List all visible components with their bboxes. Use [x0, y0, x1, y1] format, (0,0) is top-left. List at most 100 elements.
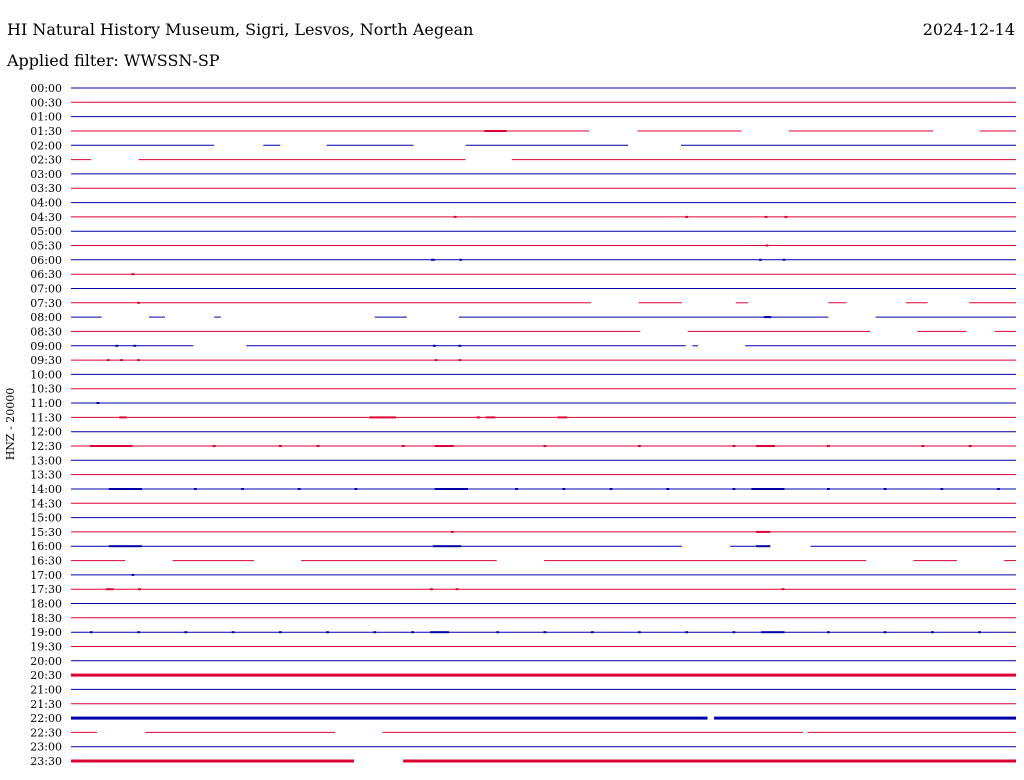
trace-burst — [557, 416, 568, 419]
trace-burst — [71, 759, 354, 763]
trace-burst — [756, 545, 771, 548]
trace-burst — [108, 545, 142, 548]
trace-burst — [71, 716, 708, 720]
row-time-label: 02:00 — [30, 139, 62, 152]
trace-burst — [455, 588, 459, 591]
trace-burst — [119, 416, 127, 419]
trace-burst — [316, 445, 320, 447]
trace-burst — [562, 488, 566, 490]
trace-burst — [751, 488, 785, 490]
row-time-label: 20:30 — [30, 669, 62, 682]
row-time-label: 12:00 — [30, 426, 62, 439]
row-time-label: 14:30 — [30, 497, 62, 510]
trace-burst — [89, 631, 93, 634]
row-time-label: 04:00 — [30, 197, 62, 210]
row-time-label: 19:30 — [30, 640, 62, 653]
trace-burst — [496, 631, 500, 634]
row-time-label: 16:00 — [30, 540, 62, 553]
row-time-label: 19:00 — [30, 626, 62, 639]
trace-burst — [133, 344, 137, 347]
row-time-label: 22:00 — [30, 712, 62, 725]
row-time-label: 15:00 — [30, 512, 62, 525]
trace-burst — [453, 215, 457, 218]
trace-burst — [543, 445, 547, 447]
row-time-label: 17:00 — [30, 569, 62, 582]
row-time-label: 22:30 — [30, 726, 62, 739]
trace-burst — [131, 273, 135, 276]
row-time-label: 15:30 — [30, 526, 62, 539]
trace-burst — [714, 716, 1016, 720]
row-time-label: 17:30 — [30, 583, 62, 596]
row-time-label: 21:30 — [30, 698, 62, 711]
trace-burst — [781, 588, 785, 591]
trace-burst — [543, 631, 547, 634]
row-time-label: 00:00 — [30, 82, 62, 95]
trace-burst — [931, 631, 934, 634]
trace-burst — [638, 631, 641, 634]
trace-burst — [638, 445, 641, 447]
trace-burst — [403, 759, 1016, 763]
row-time-label: 03:30 — [30, 182, 62, 195]
trace-burst — [459, 258, 463, 261]
row-time-label: 04:30 — [30, 211, 62, 224]
trace-rows: 00:0000:30 01:0001:3002:00 02:3003:0003:30… — [30, 82, 1016, 768]
trace-burst — [609, 488, 613, 490]
trace-burst — [231, 631, 235, 634]
trace-burst — [765, 244, 769, 247]
trace-burst — [968, 445, 972, 447]
trace-burst — [763, 316, 772, 319]
trace-burst — [106, 588, 114, 591]
trace-burst — [373, 631, 377, 634]
trace-burst — [515, 488, 518, 490]
row-time-label: 18:30 — [30, 612, 62, 625]
row-time-label: 05:30 — [30, 240, 62, 253]
row-time-label: 03:00 — [30, 168, 62, 181]
row-time-label: 13:30 — [30, 469, 62, 482]
row-time-label: 20:00 — [30, 655, 62, 668]
trace-burst — [450, 530, 454, 533]
trace-burst — [212, 445, 216, 447]
row-time-label: 08:30 — [30, 325, 62, 338]
trace-burst — [756, 530, 771, 533]
row-time-label: 06:00 — [30, 254, 62, 267]
trace-burst — [434, 359, 438, 362]
trace-burst — [458, 344, 462, 347]
trace-burst — [89, 445, 133, 447]
trace-burst — [476, 416, 481, 419]
trace-burst — [978, 631, 981, 634]
trace-burst — [401, 445, 405, 447]
trace-burst — [997, 488, 1000, 490]
trace-burst — [106, 359, 110, 362]
trace-burst — [369, 416, 397, 419]
trace-burst — [666, 488, 670, 490]
trace-burst — [71, 673, 1016, 677]
trace-burst — [430, 588, 433, 591]
trace-burst — [193, 488, 197, 490]
row-time-label: 13:00 — [30, 454, 62, 467]
trace-burst — [120, 359, 123, 362]
trace-burst — [137, 359, 140, 362]
trace-burst — [297, 488, 301, 490]
trace-burst — [760, 631, 785, 634]
trace-burst — [685, 631, 689, 634]
row-time-label: 23:30 — [30, 755, 62, 768]
trace-burst — [732, 631, 736, 634]
trace-burst — [458, 359, 462, 362]
trace-burst — [326, 631, 329, 634]
row-time-label: 21:00 — [30, 683, 62, 696]
row-time-label: 01:30 — [30, 125, 62, 138]
trace-burst — [278, 445, 282, 447]
row-time-label: 14:00 — [30, 483, 62, 496]
trace-burst — [827, 488, 830, 490]
trace-burst — [782, 258, 786, 261]
trace-burst — [432, 545, 462, 548]
trace-burst — [434, 445, 454, 447]
row-time-label: 01:00 — [30, 111, 62, 124]
trace-burst — [921, 445, 925, 447]
trace-burst — [732, 488, 736, 490]
row-time-label: 12:30 — [30, 440, 62, 453]
row-time-label: 08:00 — [30, 311, 62, 324]
trace-burst — [732, 445, 736, 447]
trace-burst — [759, 258, 762, 261]
trace-burst — [685, 215, 689, 218]
